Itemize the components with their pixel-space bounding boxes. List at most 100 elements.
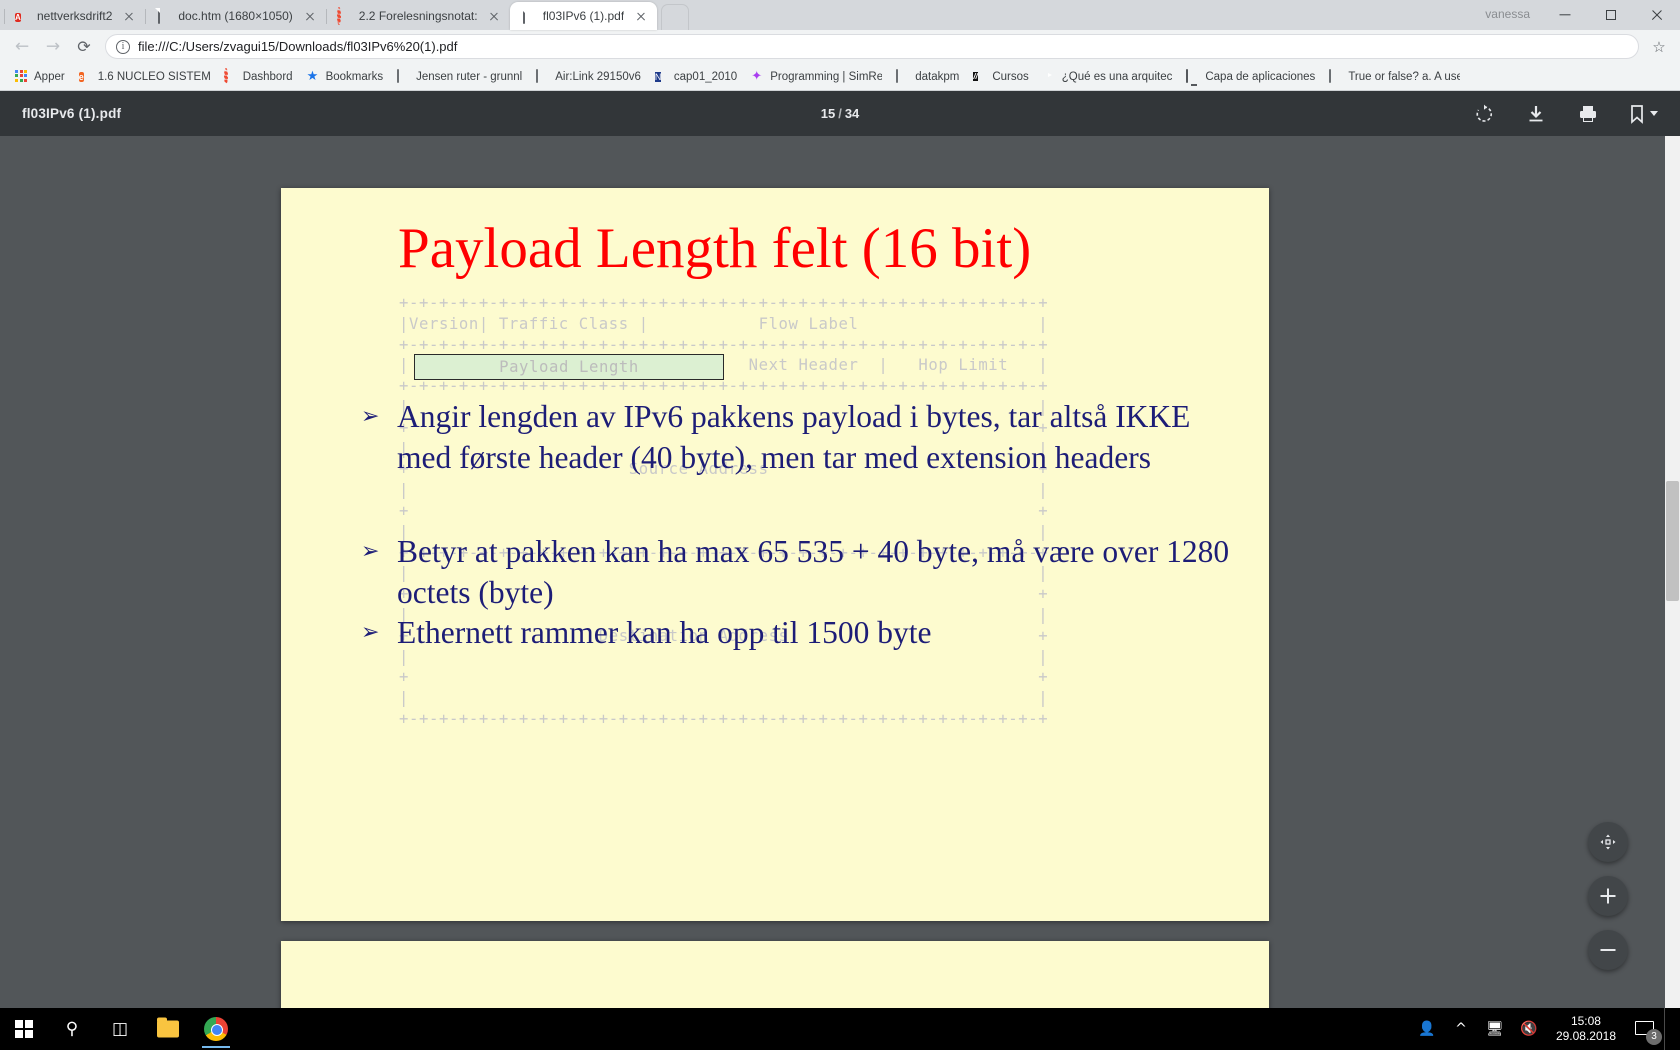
pdf-page-16-partial xyxy=(281,941,1269,1008)
show-desktop-button[interactable] xyxy=(1664,1008,1670,1050)
browser-tab-2[interactable]: 2.2 Forelesningsnotat:DAT xyxy=(325,2,510,30)
bookmark-item-bookmarks[interactable]: ★ Bookmarks xyxy=(300,68,391,86)
bookmark-item-capa-aplicaciones[interactable]: Capa de aplicaciones xyxy=(1179,68,1322,86)
bookmarks-bar: Apper e 1.6 NÚCLEO SISTEMA Dashbord ★ Bo… xyxy=(0,63,1680,91)
blue-square-icon: N xyxy=(654,71,662,82)
pdf-page-15: Payload Length felt (16 bit) +-+-+-+-+-+… xyxy=(281,188,1269,921)
bookmark-item-programming[interactable]: ✦ Programming | SimRe xyxy=(744,68,889,86)
apps-grid-icon xyxy=(15,69,29,84)
close-icon[interactable] xyxy=(486,8,502,24)
chrome-browser-window: A nettverksdrift2 doc.htm (1680×1050) 2.… xyxy=(0,0,1680,1008)
bullet-marker-icon: ➢ xyxy=(361,620,380,645)
tab-label: nettverksdrift2 xyxy=(37,9,113,23)
bookmark-label: Capa de aplicaciones xyxy=(1205,70,1316,83)
taskbar-clock[interactable]: 15:08 29.08.2018 xyxy=(1546,1014,1626,1044)
zoom-out-icon[interactable] xyxy=(1588,930,1628,970)
close-icon[interactable] xyxy=(121,8,137,24)
system-tray: 👤 ^ 🖥 🔇 15:08 29.08.2018 3 xyxy=(1410,1008,1680,1050)
tab-label: fl03IPv6 (1).pdf xyxy=(542,9,625,23)
bookmark-label: Jensen ruter - grunnl xyxy=(416,70,523,83)
document-icon xyxy=(156,7,171,24)
bookmark-item-datakpm[interactable]: datakpm xyxy=(889,68,966,86)
payload-length-highlight-label: Payload Length xyxy=(499,358,639,376)
browser-tab-0[interactable]: A nettverksdrift2 xyxy=(4,2,146,30)
star-icon: ★ xyxy=(306,68,319,84)
reload-icon[interactable]: ⟳ xyxy=(70,33,98,61)
forward-arrow-icon[interactable]: → xyxy=(39,33,67,61)
show-hidden-icons-icon[interactable]: ^ xyxy=(1444,1008,1478,1050)
bookmark-item-apper[interactable]: Apper xyxy=(8,68,72,86)
browser-tab-1[interactable]: doc.htm (1680×1050) xyxy=(145,2,326,30)
chevron-down-icon[interactable] xyxy=(1650,111,1658,116)
people-icon[interactable]: 👤 xyxy=(1410,1008,1444,1050)
violet-icon: ✦ xyxy=(751,68,763,84)
close-icon[interactable] xyxy=(302,8,318,24)
rotate-icon[interactable] xyxy=(1473,103,1495,125)
new-tab-button[interactable] xyxy=(661,4,690,30)
black-square-icon: // xyxy=(973,71,978,81)
page-icon xyxy=(896,68,910,84)
list-item: ➢ Ethernett rammer kan ha opp til 1500 b… xyxy=(361,613,1241,654)
chrome-icon[interactable] xyxy=(192,1008,240,1050)
url-text: file:///C:/Users/zvagui15/Downloads/fl03… xyxy=(138,39,458,54)
browser-tab-3[interactable]: fl03IPv6 (1).pdf xyxy=(509,2,658,30)
orange-badge-icon: e xyxy=(78,71,84,82)
maximize-icon[interactable] xyxy=(1588,0,1634,30)
bookmark-item-nucleo[interactable]: e 1.6 NÚCLEO SISTEMA xyxy=(72,68,217,86)
close-icon[interactable] xyxy=(1634,0,1680,30)
back-arrow-icon[interactable]: ← xyxy=(8,33,36,61)
network-icon[interactable]: 🖥 xyxy=(1478,1008,1512,1050)
minimize-icon[interactable] xyxy=(1542,0,1588,30)
file-explorer-icon[interactable] xyxy=(144,1008,192,1050)
page-current: 15 xyxy=(820,106,836,121)
windows-logo-icon[interactable] xyxy=(0,1008,48,1050)
bullet-text: Betyr at pakken kan ha max 65 535 + 40 b… xyxy=(397,534,1230,610)
omnibox-row: ← → ⟳ i file:///C:/Users/zvagui15/Downlo… xyxy=(0,30,1680,63)
list-item: ➢ Angir lengden av IPv6 pakkens payload … xyxy=(361,397,1201,478)
scrollbar-thumb[interactable] xyxy=(1666,481,1679,601)
print-icon[interactable] xyxy=(1577,103,1599,125)
bookmark-item-airlink[interactable]: Air:Link 29150v6 xyxy=(529,68,648,86)
pdf-viewer: fl03IPv6 (1).pdf 15/34 Payload Length fe… xyxy=(0,91,1680,1008)
tab-strip: A nettverksdrift2 doc.htm (1680×1050) 2.… xyxy=(0,0,1680,30)
bookmark-star-icon[interactable]: ☆ xyxy=(1646,34,1672,60)
pdf-tool-buttons xyxy=(1473,103,1658,125)
zoom-in-icon[interactable] xyxy=(1588,876,1628,916)
pdf-icon: A xyxy=(15,12,21,22)
bookmark-label: Cursos xyxy=(992,70,1029,83)
page-separator: / xyxy=(838,106,842,121)
bookmark-label: Dashbord xyxy=(242,70,293,83)
notification-center-icon[interactable]: 3 xyxy=(1626,1008,1664,1050)
bookmark-label: 1.6 NÚCLEO SISTEMA xyxy=(97,70,210,83)
pdf-zoom-controls xyxy=(1588,822,1628,970)
search-icon[interactable]: ⚲ xyxy=(48,1008,96,1050)
bookmark-label: cap01_2010 xyxy=(673,70,738,83)
monitor-icon xyxy=(1186,68,1200,84)
task-view-icon[interactable]: ◫ xyxy=(96,1008,144,1050)
vertical-scrollbar[interactable] xyxy=(1665,136,1680,1008)
pdf-toolbar: fl03IPv6 (1).pdf 15/34 xyxy=(0,91,1680,136)
page-icon xyxy=(397,68,411,84)
bookmark-label: ¿Qué es una arquitec xyxy=(1061,70,1173,83)
bookmark-item-cap01[interactable]: N cap01_2010 xyxy=(648,68,744,86)
bullet-marker-icon: ➢ xyxy=(361,404,380,429)
bookmark-item-cursos[interactable]: // Cursos xyxy=(966,68,1035,86)
bookmark-label: datakpm xyxy=(915,70,960,83)
info-icon[interactable]: i xyxy=(116,39,130,54)
bookmark-item-jensen-ruter[interactable]: Jensen ruter - grunnl xyxy=(390,68,529,86)
loading-ring-icon xyxy=(336,6,352,25)
clock-time: 15:08 xyxy=(1570,1014,1601,1028)
bookmark-item-que-es-arquitectura[interactable]: ¿Qué es una arquitec xyxy=(1036,68,1180,86)
list-item: ➢ Betyr at pakken kan ha max 65 535 + 40… xyxy=(361,532,1241,613)
bookmark-icon[interactable] xyxy=(1629,103,1658,125)
bookmark-item-true-or-false[interactable]: True or false? a. A use xyxy=(1322,68,1467,86)
volume-muted-icon[interactable]: 🔇 xyxy=(1512,1008,1546,1050)
bookmark-item-dashbord[interactable]: Dashbord xyxy=(217,67,300,86)
profile-name[interactable]: vanessa xyxy=(1485,7,1530,21)
download-icon[interactable] xyxy=(1525,103,1547,125)
close-icon[interactable] xyxy=(633,8,649,24)
clock-date: 29.08.2018 xyxy=(1555,1029,1616,1043)
address-bar[interactable]: i file:///C:/Users/zvagui15/Downloads/fl… xyxy=(105,34,1639,59)
page-icon xyxy=(536,68,550,84)
fit-page-icon[interactable] xyxy=(1588,822,1628,862)
